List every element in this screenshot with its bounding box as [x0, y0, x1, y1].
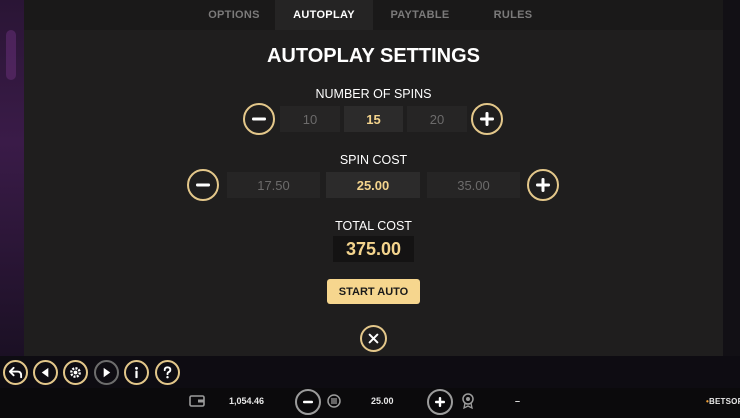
gear-icon — [70, 367, 81, 378]
minus-icon — [196, 183, 210, 187]
cost-option-25-00[interactable]: 25.00 — [326, 172, 420, 198]
spin-cost-label: SPIN COST — [339, 153, 408, 167]
close-icon — [368, 333, 379, 344]
plus-icon — [536, 178, 550, 192]
spins-option-10[interactable]: 10 — [280, 106, 340, 132]
back-button[interactable] — [3, 360, 28, 385]
next-button[interactable] — [94, 360, 119, 385]
start-auto-button[interactable]: START AUTO — [327, 279, 420, 304]
play-back-icon — [41, 367, 49, 378]
info-icon — [135, 366, 138, 379]
win-value: – — [515, 396, 521, 406]
minus-icon — [303, 400, 313, 404]
cost-decrease-button[interactable] — [187, 169, 219, 201]
info-button[interactable] — [124, 360, 149, 385]
autoplay-panel: OPTIONS AUTOPLAY PAYTABLE RULES AUTOPLAY… — [24, 0, 723, 356]
close-button[interactable] — [360, 325, 387, 352]
settings-button[interactable] — [63, 360, 88, 385]
bottom-bar — [0, 388, 740, 418]
game-background — [0, 0, 24, 356]
page-title: AUTOPLAY SETTINGS — [266, 45, 480, 67]
plus-icon — [435, 397, 445, 407]
right-edge — [723, 0, 740, 356]
spins-increase-button[interactable] — [471, 103, 503, 135]
cost-increase-button[interactable] — [527, 169, 559, 201]
tab-options[interactable]: OPTIONS — [184, 0, 284, 30]
spins-label: NUMBER OF SPINS — [315, 87, 432, 101]
total-cost-label: TOTAL COST — [335, 219, 412, 233]
cost-option-17-50[interactable]: 17.50 — [227, 172, 320, 198]
wallet-icon — [189, 395, 205, 407]
bet-decrease-button[interactable] — [295, 389, 321, 415]
tab-bar: OPTIONS AUTOPLAY PAYTABLE RULES — [24, 0, 723, 30]
brand-name: BETSOFT — [709, 397, 740, 406]
spins-decrease-button[interactable] — [243, 103, 275, 135]
back-icon — [8, 366, 23, 379]
brand-logo: •BETSOFT — [706, 397, 740, 406]
help-button[interactable] — [155, 360, 180, 385]
previous-button[interactable] — [33, 360, 58, 385]
minus-icon — [252, 117, 266, 121]
balance-value: 1,054.46 — [229, 396, 265, 406]
bet-increase-button[interactable] — [427, 389, 453, 415]
help-icon — [163, 366, 172, 379]
tab-autoplay[interactable]: AUTOPLAY — [275, 0, 373, 30]
spins-option-20[interactable]: 20 — [407, 106, 467, 132]
award-icon — [462, 393, 474, 409]
bet-value: 25.00 — [371, 396, 394, 406]
total-cost-value: 375.00 — [333, 236, 414, 262]
cost-option-35-00[interactable]: 35.00 — [427, 172, 520, 198]
spins-option-15[interactable]: 15 — [344, 106, 403, 132]
play-icon — [103, 367, 111, 378]
plus-icon — [480, 112, 494, 126]
tab-rules[interactable]: RULES — [463, 0, 563, 30]
coins-icon — [327, 394, 341, 408]
tab-paytable[interactable]: PAYTABLE — [370, 0, 470, 30]
